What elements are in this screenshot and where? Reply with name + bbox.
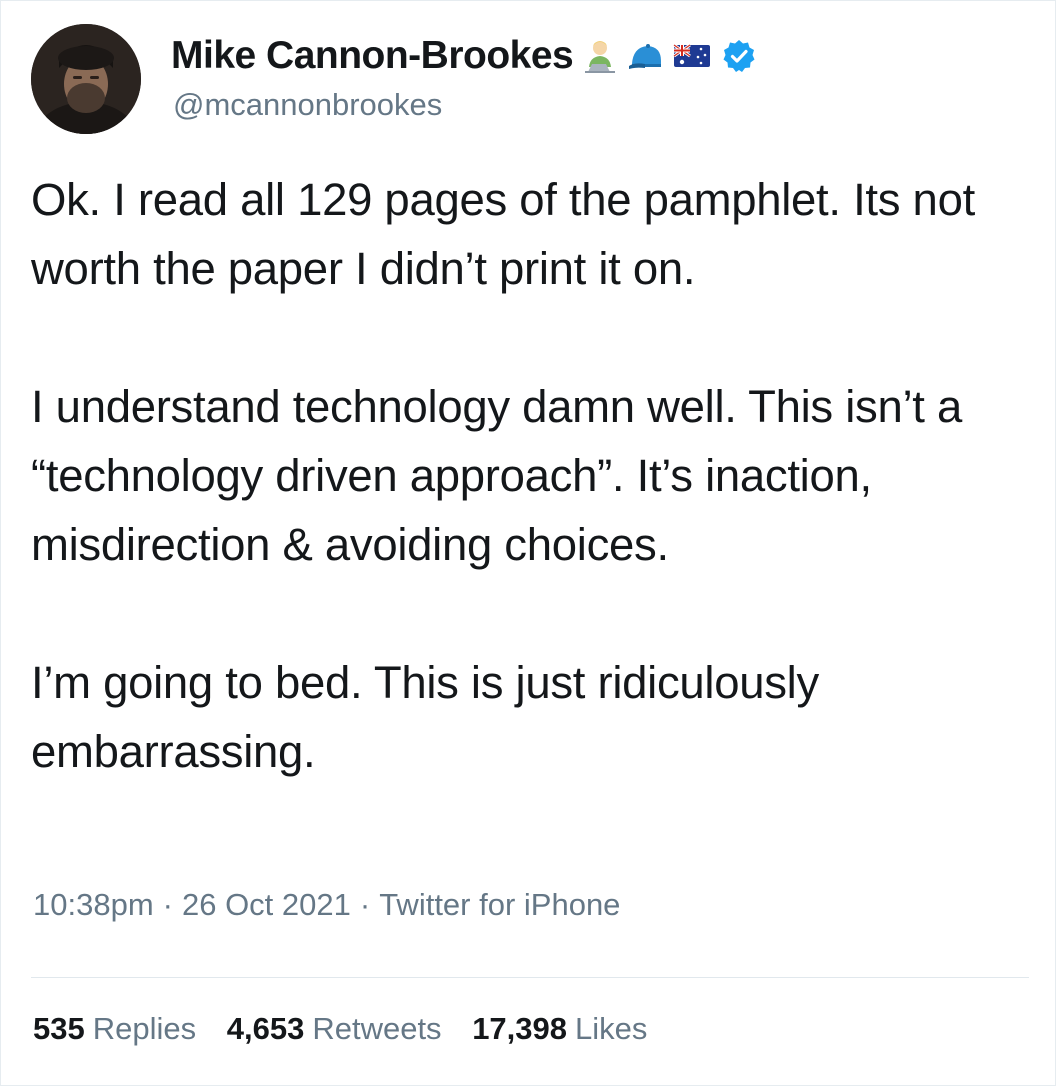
tweet-paragraph-2: I understand technology damn well. This … xyxy=(31,381,962,570)
tweet-paragraph-3: I’m going to bed. This is just ridiculou… xyxy=(31,657,819,777)
replies-stat[interactable]: 535 Replies xyxy=(33,1011,196,1046)
tweet-date[interactable]: 26 Oct 2021 xyxy=(182,887,351,922)
tweet-metadata: 10:38pm · 26 Oct 2021 · Twitter for iPhone xyxy=(33,887,620,923)
tweet-card: Mike Cannon-Brookes @mcannonbrookes Ok. … xyxy=(0,0,1056,1086)
retweets-stat[interactable]: 4,653 Retweets xyxy=(227,1011,442,1046)
retweets-label: Retweets xyxy=(312,1011,442,1046)
verified-badge-icon xyxy=(721,38,757,74)
tweet-source[interactable]: Twitter for iPhone xyxy=(379,887,620,922)
retweets-count: 4,653 xyxy=(226,1011,305,1046)
separator-dot: · xyxy=(359,887,371,922)
avatar[interactable] xyxy=(31,24,141,134)
tweet-stats: 535 Replies 4,653 Retweets 17,398 Likes xyxy=(33,1011,669,1047)
divider xyxy=(31,977,1029,978)
separator-dot: · xyxy=(162,887,173,922)
technologist-emoji-icon xyxy=(581,37,619,75)
avatar-photo-icon xyxy=(31,24,141,134)
tweet-time[interactable]: 10:38pm xyxy=(33,887,154,922)
author-display-name[interactable]: Mike Cannon-Brookes xyxy=(171,34,574,78)
likes-label: Likes xyxy=(575,1011,648,1046)
tweet-paragraph-1: Ok. I read all 129 pages of the pamphlet… xyxy=(31,174,975,294)
replies-count: 535 xyxy=(33,1011,85,1046)
replies-label: Replies xyxy=(92,1011,197,1046)
likes-stat[interactable]: 17,398 Likes xyxy=(472,1011,647,1046)
author-name-row: Mike Cannon-Brookes xyxy=(171,31,757,81)
australia-flag-emoji-icon xyxy=(673,37,711,75)
cap-emoji-icon xyxy=(627,37,665,75)
author-handle[interactable]: @mcannonbrookes xyxy=(173,87,442,123)
likes-count: 17,398 xyxy=(472,1011,568,1046)
tweet-text: Ok. I read all 129 pages of the pamphlet… xyxy=(31,165,1031,786)
